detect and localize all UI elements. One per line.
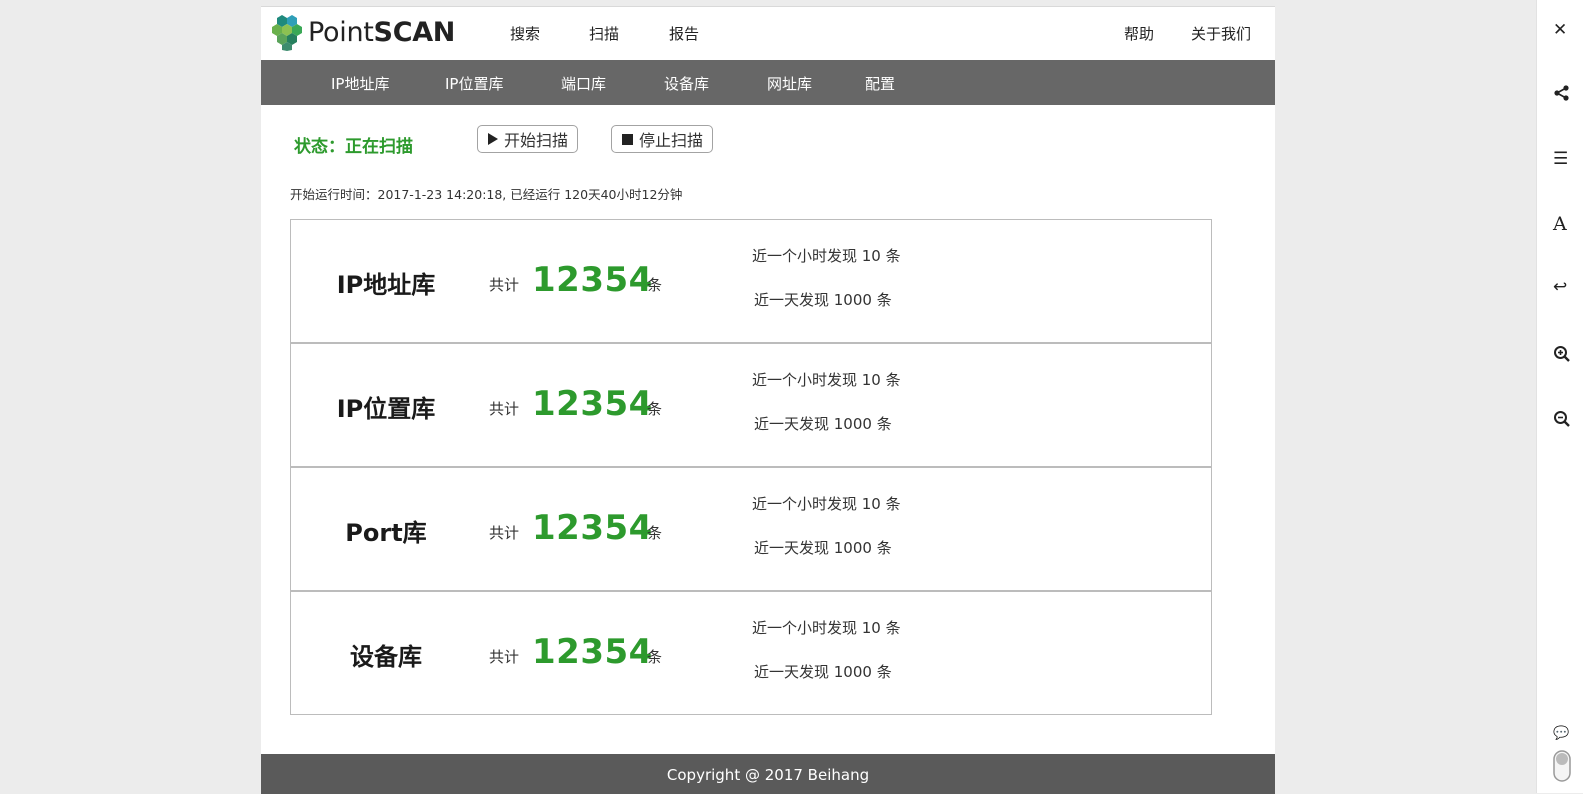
menu-icon[interactable]: ☰ [1553,149,1573,169]
stop-scan-button[interactable]: 停止扫描 [611,125,714,153]
stat-name: IP地址库 [336,271,436,299]
main-page: PointSCAN 搜索 扫描 报告 帮助 关于我们 IP地址库 IP位置库 端… [261,6,1275,794]
stat-total-label: 共计 [489,276,520,294]
stat-last-hour: 近一个小时发现 10 条 [752,247,901,265]
reply-icon[interactable]: ↩ [1553,277,1573,297]
share-icon[interactable] [1553,84,1573,104]
zoom-in-icon[interactable] [1553,345,1573,365]
stat-last-hour: 近一个小时发现 10 条 [752,495,901,513]
logo[interactable]: PointSCAN [270,12,455,52]
stat-card-ip-location: IP位置库 共计 12354 条 近一个小时发现 10 条 近一天发现 1000… [290,343,1212,467]
stat-unit: 条 [647,524,663,542]
stat-total-label: 共计 [489,400,520,418]
copyright-text: Copyright @ 2017 Beihang [666,766,870,784]
close-icon[interactable]: ✕ [1553,20,1573,40]
menu-bar: IP地址库 IP位置库 端口库 设备库 网址库 配置 [261,60,1275,105]
font-size-icon[interactable]: A [1553,214,1573,234]
stat-name: IP位置库 [336,395,436,423]
menu-url-db[interactable]: 网址库 [767,73,812,94]
nav-about[interactable]: 关于我们 [1191,23,1251,44]
stat-total-label: 共计 [489,524,520,542]
brand-name: PointSCAN [308,19,455,46]
stat-last-hour: 近一个小时发现 10 条 [752,619,901,637]
menu-ip-address-db[interactable]: IP地址库 [331,73,389,94]
stat-unit: 条 [647,400,663,418]
stat-last-day: 近一天发现 1000 条 [754,663,892,681]
stat-name: 设备库 [350,643,422,671]
stat-last-hour: 近一个小时发现 10 条 [752,371,901,389]
scan-status: 状态：正在扫描 [294,137,413,157]
start-scan-label: 开始扫描 [504,131,569,150]
stop-icon [622,133,633,145]
stat-unit: 条 [647,276,663,294]
menu-config[interactable]: 配置 [865,73,895,94]
stat-count: 12354 [532,508,653,548]
start-scan-button[interactable]: 开始扫描 [477,125,579,153]
nav-report[interactable]: 报告 [669,23,699,44]
comment-icon[interactable]: 💬 [1553,724,1573,744]
nav-help[interactable]: 帮助 [1124,23,1154,44]
menu-device-db[interactable]: 设备库 [664,73,709,94]
stat-count: 12354 [532,260,653,300]
stat-total-label: 共计 [489,648,520,666]
stat-count: 12354 [532,384,653,424]
stat-name: Port库 [345,519,427,547]
stat-count: 12354 [532,632,653,672]
stat-last-day: 近一天发现 1000 条 [754,539,892,557]
zoom-out-icon[interactable] [1553,410,1573,430]
stat-card-device: 设备库 共计 12354 条 近一个小时发现 10 条 近一天发现 1000 条 [290,591,1212,715]
toggle-icon[interactable] [1553,750,1573,782]
footer: Copyright @ 2017 Beihang [261,754,1275,794]
menu-port-db[interactable]: 端口库 [561,73,606,94]
stat-last-day: 近一天发现 1000 条 [754,291,892,309]
right-toolbar: ✕ ☰ A ↩ 💬 [1536,0,1583,793]
stat-card-port: Port库 共计 12354 条 近一个小时发现 10 条 近一天发现 1000… [290,467,1212,591]
header: PointSCAN 搜索 扫描 报告 帮助 关于我们 [261,7,1275,60]
stat-last-day: 近一天发现 1000 条 [754,415,892,433]
brand-suffix: SCAN [373,16,456,48]
menu-ip-location-db[interactable]: IP位置库 [445,73,503,94]
stat-unit: 条 [647,648,663,666]
brand-prefix: Point [308,16,374,48]
runtime-info: 开始运行时间：2017-1-23 14:20:18, 已经运行 120天40小时… [290,187,683,202]
stop-scan-label: 停止扫描 [639,131,704,150]
hexagon-logo-icon [272,15,302,51]
nav-scan[interactable]: 扫描 [589,23,619,44]
stat-card-ip-address: IP地址库 共计 12354 条 近一个小时发现 10 条 近一天发现 1000… [290,219,1212,343]
play-icon [488,133,498,145]
nav-search[interactable]: 搜索 [510,23,540,44]
